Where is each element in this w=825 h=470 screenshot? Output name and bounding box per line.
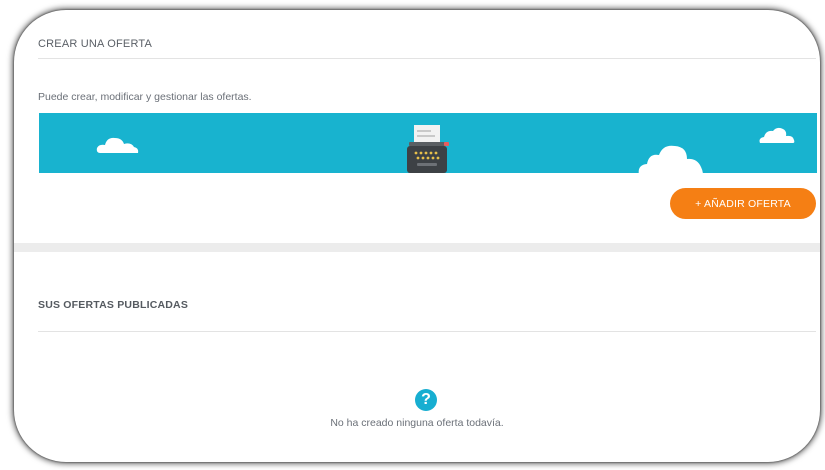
create-offer-description: Puede crear, modificar y gestionar las o… xyxy=(38,91,252,103)
section-separator xyxy=(14,243,820,252)
empty-state-message: No ha creado ninguna oferta todavía. xyxy=(330,417,504,429)
question-circle-icon: ? xyxy=(415,389,437,411)
cloud-icon xyxy=(638,145,703,173)
cloud-icon xyxy=(759,127,795,143)
add-offer-button[interactable]: + AÑADIR OFERTA xyxy=(670,188,816,219)
offers-banner xyxy=(39,113,817,173)
published-offers-heading: SUS OFERTAS PUBLICADAS xyxy=(38,299,189,311)
create-offer-heading: CREAR UNA OFERTA xyxy=(38,38,153,50)
offers-card: CREAR UNA OFERTA Puede crear, modificar … xyxy=(14,10,820,462)
published-heading-divider xyxy=(38,331,816,332)
cloud-icon xyxy=(96,137,139,153)
create-heading-divider xyxy=(38,58,816,59)
screenshot-frame: CREAR UNA OFERTA Puede crear, modificar … xyxy=(0,0,825,470)
typewriter-icon xyxy=(407,125,449,173)
